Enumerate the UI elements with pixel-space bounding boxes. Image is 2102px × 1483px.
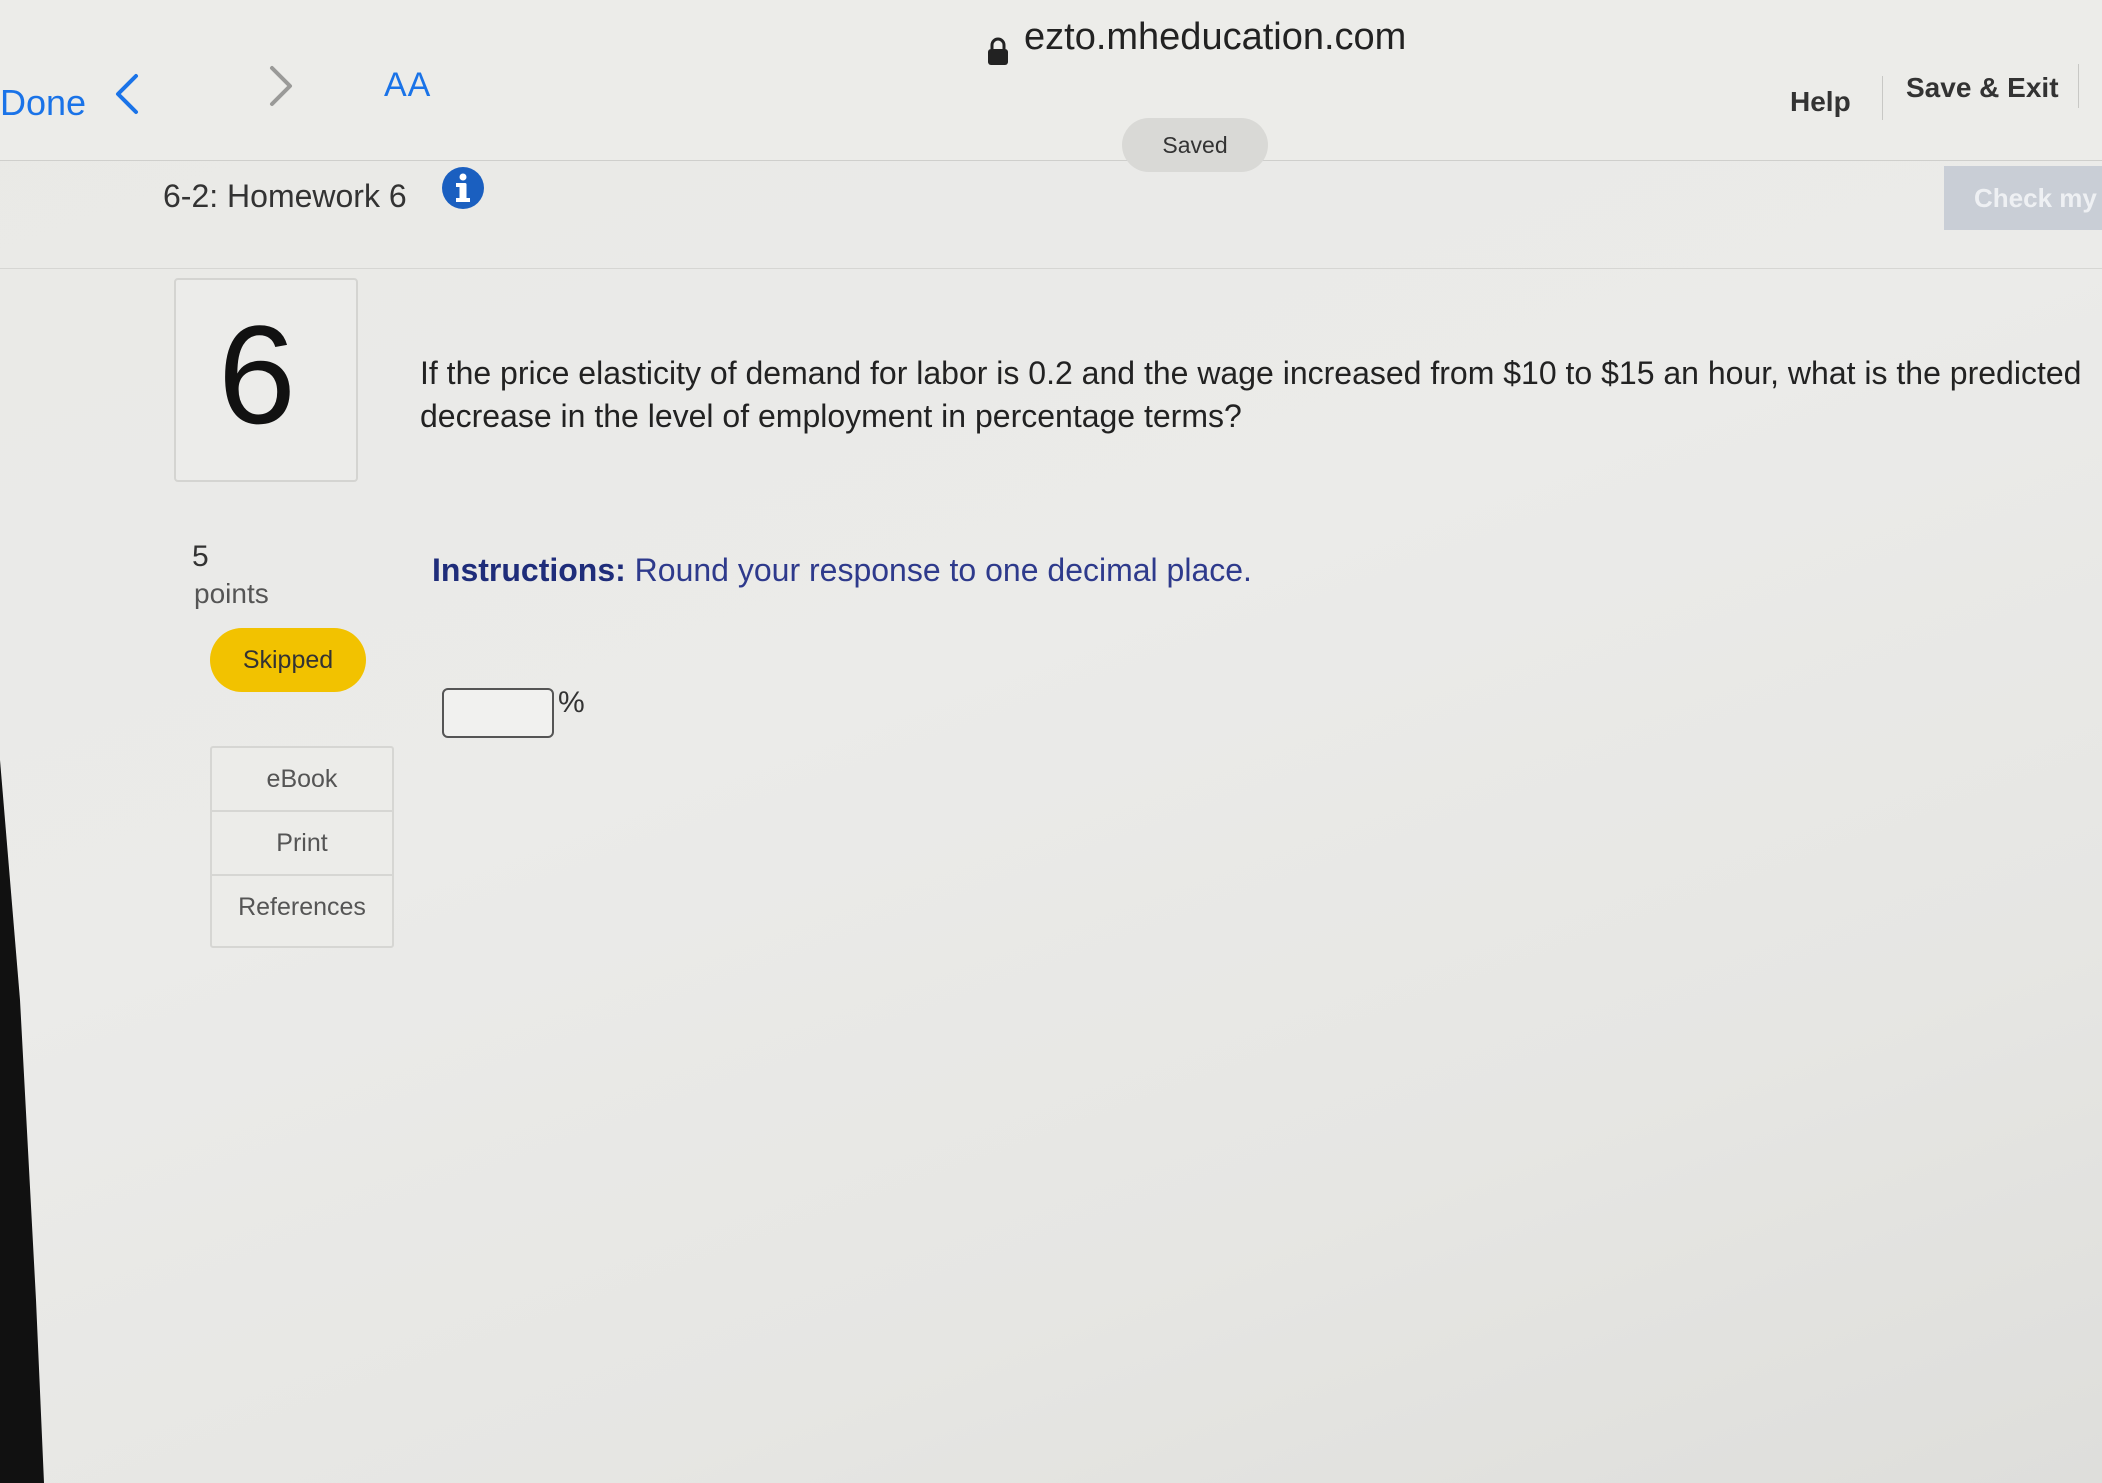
save-exit-button[interactable]: Save & Exit: [1906, 72, 2059, 104]
browser-toolbar: Done AA ezto.mheducation.com Saved Help …: [0, 0, 2102, 172]
back-chevron-icon[interactable]: [112, 72, 142, 121]
url-address[interactable]: ezto.mheducation.com: [1024, 16, 1406, 59]
points-value: 5: [192, 540, 209, 573]
forward-chevron-icon[interactable]: [266, 64, 296, 113]
percent-unit: %: [558, 686, 585, 719]
info-icon[interactable]: [441, 166, 485, 215]
ebook-button[interactable]: eBook: [212, 748, 392, 812]
header-divider: [2078, 64, 2079, 108]
instructions-label: Instructions:: [432, 552, 626, 588]
instructions: Instructions: Round your response to one…: [432, 552, 1252, 589]
header-divider: [1882, 76, 1883, 120]
screen: Done AA ezto.mheducation.com Saved Help …: [0, 0, 2102, 1483]
done-button[interactable]: Done: [0, 82, 86, 124]
lock-icon: [986, 36, 1010, 71]
check-my-work-button[interactable]: Check my: [1944, 166, 2102, 230]
skipped-status-badge: Skipped: [210, 628, 366, 692]
assignment-title: 6-2: Homework 6: [163, 178, 407, 214]
print-button[interactable]: Print: [212, 812, 392, 876]
points-label: points: [194, 578, 269, 609]
help-button[interactable]: Help: [1790, 86, 1851, 118]
answer-input[interactable]: [442, 688, 554, 738]
question-text: If the price elasticity of demand for la…: [420, 355, 2082, 434]
question-number: 6: [218, 296, 296, 453]
question-tools-panel: eBook Print References: [210, 746, 394, 948]
text-size-button[interactable]: AA: [384, 66, 431, 105]
references-button[interactable]: References: [212, 876, 392, 938]
header-divider: [0, 268, 2102, 269]
instructions-text: Round your response to one decimal place…: [625, 552, 1252, 588]
saved-status-badge: Saved: [1122, 118, 1268, 172]
